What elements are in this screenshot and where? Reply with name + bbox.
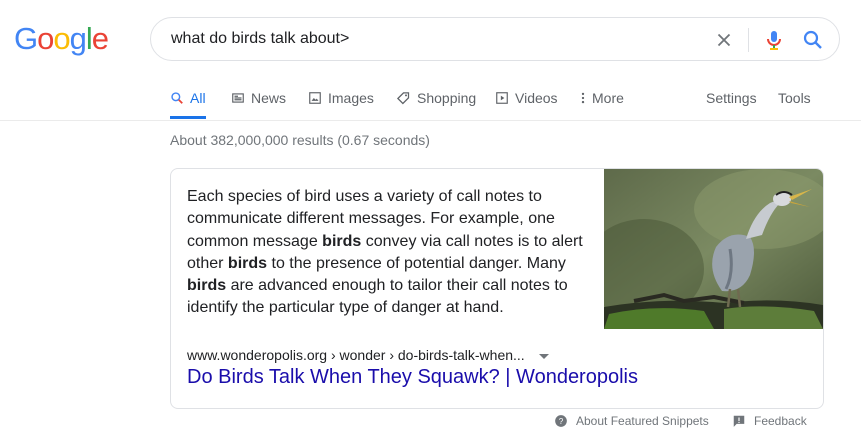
tools-link[interactable]: Tools	[778, 78, 811, 118]
tab-label: Videos	[515, 90, 558, 106]
tag-icon	[396, 91, 410, 104]
search-input[interactable]	[171, 30, 671, 48]
snippet-segment: are advanced enough to tailor their call…	[187, 277, 568, 317]
search-divider	[748, 28, 749, 52]
close-icon[interactable]	[713, 29, 735, 51]
tab-label: More	[592, 90, 624, 106]
tab-all[interactable]: All	[170, 78, 206, 119]
settings-link[interactable]: Settings	[706, 78, 757, 118]
featured-snippet: Each species of bird uses a variety of c…	[170, 168, 824, 409]
cite-menu-arrow-icon[interactable]	[538, 353, 549, 359]
logo-letter: e	[91, 21, 109, 56]
tab-label: News	[251, 90, 287, 106]
tab-shopping[interactable]: Shopping	[396, 78, 476, 118]
logo-letter: G	[14, 21, 38, 56]
mic-icon[interactable]	[762, 28, 786, 52]
snippet-highlight: birds	[187, 277, 227, 295]
snippet-cite: www.wonderopolis.org › wonder › do-birds…	[187, 347, 549, 363]
snippet-text: Each species of bird uses a variety of c…	[187, 186, 597, 320]
tab-label: All	[190, 90, 206, 106]
tab-images[interactable]: Images	[308, 78, 374, 118]
snippet-highlight: birds	[322, 232, 362, 250]
feedback-link[interactable]: Feedback	[732, 414, 807, 428]
search-icon[interactable]	[801, 28, 825, 52]
google-logo[interactable]: Google	[14, 21, 109, 57]
image-icon	[309, 92, 321, 104]
snippet-highlight: birds	[227, 254, 268, 272]
search-icon	[171, 92, 183, 104]
search-tabs: All News Images Shopping Videos More Set…	[0, 78, 861, 121]
search-box[interactable]	[150, 17, 840, 61]
cite-url: www.wonderopolis.org › wonder › do-birds…	[187, 347, 525, 363]
logo-letter: g	[69, 21, 87, 56]
tab-news[interactable]: News	[231, 78, 286, 118]
about-snippets-label: About Featured Snippets	[576, 414, 709, 428]
tab-more[interactable]: More	[580, 78, 624, 118]
more-vert-icon	[581, 92, 585, 104]
feedback-label: Feedback	[754, 414, 807, 428]
tab-label: Images	[328, 90, 374, 106]
help-icon: ?	[555, 415, 567, 427]
heron-image[interactable]	[604, 169, 823, 329]
result-stats: About 382,000,000 results (0.67 seconds)	[170, 132, 430, 148]
tab-videos[interactable]: Videos	[495, 78, 558, 118]
news-icon	[232, 93, 244, 103]
tab-label: Shopping	[417, 90, 477, 106]
feedback-icon	[733, 415, 745, 427]
logo-letter: o	[53, 21, 70, 56]
logo-letter: o	[37, 21, 54, 56]
about-snippets-link[interactable]: ? About Featured Snippets	[554, 414, 709, 428]
play-icon	[496, 92, 508, 104]
result-title-link[interactable]: Do Birds Talk When They Squawk? | Wonder…	[187, 366, 638, 389]
svg-text:?: ?	[559, 417, 564, 426]
snippet-segment: to the presence of potential danger. Man…	[267, 254, 566, 272]
